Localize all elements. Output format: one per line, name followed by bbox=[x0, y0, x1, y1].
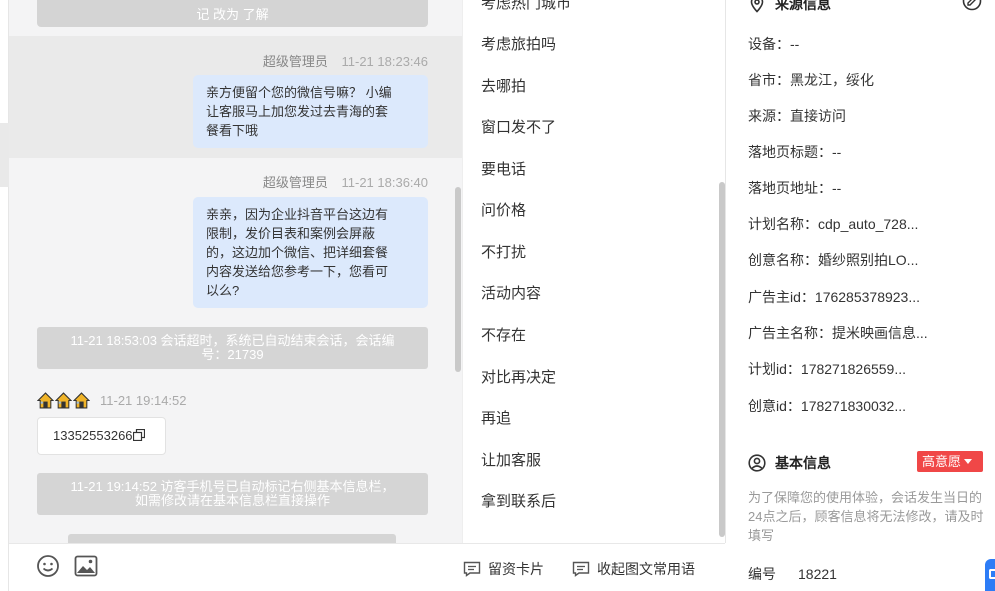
message-time: 11-21 18:36:40 bbox=[341, 175, 429, 190]
edit-hint-text: 为了保障您的使用体验，会话发生当日的24点之后，顾客信息将无法修改，请及时填写 bbox=[748, 490, 984, 543]
left-edge-notch bbox=[0, 123, 9, 187]
visitor-time: 11-21 19:14:52 bbox=[100, 393, 187, 408]
quick-reply-item[interactable]: 要电话 bbox=[481, 158, 526, 179]
floating-action-button[interactable] bbox=[985, 559, 995, 591]
customer-info-panel: 来源信息 设备：-- 省市：黑龙江，绥化 来源：直接访问 落地页标题：-- 落地… bbox=[726, 0, 995, 591]
basic-info-title: 基本信息 bbox=[775, 455, 831, 471]
info-row-landing-url: 落地页地址：-- bbox=[748, 180, 842, 196]
quick-reply-item[interactable]: 活动内容 bbox=[481, 282, 541, 303]
lead-card-button[interactable]: 留资卡片 bbox=[463, 559, 544, 579]
chat-input-toolbar: 留资卡片 收起图文常用语 bbox=[9, 543, 725, 591]
quick-reply-scrollbar[interactable] bbox=[719, 182, 725, 537]
info-row-plan-name: 计划名称：cdp_auto_728... bbox=[748, 216, 919, 232]
lead-card-label: 留资卡片 bbox=[488, 561, 544, 577]
quick-reply-item[interactable]: 考虑旅拍吗 bbox=[481, 33, 556, 54]
system-message-partial bbox=[68, 534, 396, 543]
quick-reply-item[interactable]: 考虑热门城市 bbox=[481, 0, 571, 13]
message-card-icon bbox=[572, 561, 590, 577]
system-message: 11-21 19:14:52 访客手机号已自动标记右侧基本信息栏， 如需修改请在… bbox=[37, 473, 428, 515]
copy-icon[interactable] bbox=[132, 429, 145, 441]
message-meta: 超级管理员 11-21 18:36:40 bbox=[263, 172, 428, 191]
system-message-partial: 记 改为 了解 bbox=[37, 0, 428, 27]
intent-tag-dropdown[interactable]: 高意愿 bbox=[917, 451, 983, 472]
emoji-icon[interactable] bbox=[36, 554, 60, 578]
quick-reply-item[interactable]: 再追 bbox=[481, 407, 511, 428]
message-line: 餐看下哦 bbox=[206, 123, 259, 138]
quick-reply-item[interactable]: 不存在 bbox=[481, 324, 526, 345]
system-message-line: 号：21739 bbox=[201, 347, 264, 362]
agent-message-bubble[interactable]: 亲方便留个您的微信号嘛？ 小编 让客服马上加您发过去青海的套 餐看下哦 bbox=[193, 75, 428, 148]
chat-message-list[interactable]: 记 改为 了解 超级管理员 11-21 18:23:46 亲方便留个您的微信号嘛… bbox=[9, 0, 462, 543]
message-line: 的，这边加个微信、把详细套餐 bbox=[206, 245, 389, 260]
info-row-plan-id: 计划id：178271826559... bbox=[748, 361, 907, 377]
source-info-header: 来源信息 bbox=[748, 0, 831, 14]
caret-down-icon bbox=[964, 459, 973, 464]
message-time: 11-21 18:23:46 bbox=[341, 54, 429, 69]
number-value: 18221 bbox=[798, 566, 837, 582]
system-message-line: 11-21 19:14:52 访客手机号已自动标记右侧基本信息栏， bbox=[70, 479, 395, 494]
message-line: 亲方便留个您的微信号嘛？ 小编 bbox=[206, 85, 392, 100]
location-pin-icon bbox=[750, 0, 764, 13]
sender-name: 超级管理员 bbox=[262, 54, 328, 69]
quick-reply-item[interactable]: 拿到联系后 bbox=[481, 490, 556, 511]
collapse-phrases-label: 收起图文常用语 bbox=[597, 561, 695, 577]
message-line: 以么? bbox=[206, 283, 240, 298]
info-row-advertiser-name: 广告主名称：提米映画信息... bbox=[748, 325, 928, 341]
quick-reply-item[interactable]: 去哪拍 bbox=[481, 75, 526, 96]
quick-reply-panel: 考虑热门城市 考虑旅拍吗 去哪拍 窗口发不了 要电话 问价格 不打扰 活动内容 … bbox=[462, 0, 726, 543]
edit-icon[interactable] bbox=[961, 0, 983, 11]
info-row-source: 来源：直接访问 bbox=[748, 108, 846, 124]
chat-scrollbar[interactable] bbox=[455, 187, 461, 372]
message-meta: 超级管理员 11-21 18:23:46 bbox=[263, 51, 428, 70]
quick-reply-item[interactable]: 不打扰 bbox=[481, 241, 526, 262]
visitor-meta: 11-21 19:14:52 bbox=[37, 392, 187, 409]
basic-info-header: 基本信息 bbox=[748, 453, 831, 473]
visitor-message-bubble[interactable]: 13352553266 bbox=[37, 417, 166, 455]
collapse-phrases-button[interactable]: 收起图文常用语 bbox=[572, 559, 695, 579]
info-row-advertiser-id: 广告主id：176285378923... bbox=[748, 289, 921, 305]
float-icon bbox=[989, 569, 995, 579]
quick-reply-item[interactable]: 窗口发不了 bbox=[481, 116, 556, 137]
number-label: 编号 bbox=[748, 566, 776, 582]
info-row-device: 设备：-- bbox=[748, 36, 800, 52]
message-line: 让客服马上加您发过去青海的套 bbox=[206, 104, 389, 119]
system-message-line: 11-21 18:53:03 会话超时，系统已自动结束会话，会话编 bbox=[70, 333, 395, 348]
info-row-landing-title: 落地页标题：-- bbox=[748, 144, 842, 160]
sender-name: 超级管理员 bbox=[262, 175, 328, 190]
info-row-creative-id: 创意id：178271830032... bbox=[748, 398, 907, 414]
image-icon[interactable] bbox=[74, 555, 98, 577]
house-icon bbox=[37, 392, 54, 409]
left-edge-strip bbox=[0, 0, 9, 591]
system-message: 11-21 18:53:03 会话超时，系统已自动结束会话，会话编 号：2173… bbox=[37, 327, 428, 369]
quick-reply-item[interactable]: 让加客服 bbox=[481, 449, 541, 470]
info-row-number: 编号 18221 bbox=[748, 564, 837, 584]
quick-reply-item[interactable]: 问价格 bbox=[481, 199, 526, 220]
house-icon bbox=[55, 392, 72, 409]
message-line: 限制，发价目表和案例会屏蔽 bbox=[206, 226, 376, 241]
user-circle-icon bbox=[748, 454, 766, 472]
house-icon bbox=[73, 392, 90, 409]
visitor-phone: 13352553266 bbox=[53, 428, 133, 443]
source-info-title: 来源信息 bbox=[775, 0, 831, 12]
agent-message-bubble[interactable]: 亲亲，因为企业抖音平台这边有 限制，发价目表和案例会屏蔽 的，这边加个微信、把详… bbox=[193, 197, 428, 308]
message-line: 亲亲，因为企业抖音平台这边有 bbox=[206, 207, 389, 222]
info-row-region: 省市：黑龙江，绥化 bbox=[748, 72, 874, 88]
message-card-icon bbox=[463, 561, 481, 577]
info-row-creative-name: 创意名称：婚纱照别拍LO... bbox=[748, 252, 919, 268]
visitor-avatar bbox=[37, 392, 90, 409]
system-message-line: 如需修改请在基本信息栏直接操作 bbox=[134, 493, 330, 508]
chat-panel: 记 改为 了解 超级管理员 11-21 18:23:46 亲方便留个您的微信号嘛… bbox=[0, 0, 462, 591]
quick-reply-item[interactable]: 对比再决定 bbox=[481, 366, 556, 387]
message-line: 内容发送给您参考一下，您看可 bbox=[206, 264, 389, 279]
